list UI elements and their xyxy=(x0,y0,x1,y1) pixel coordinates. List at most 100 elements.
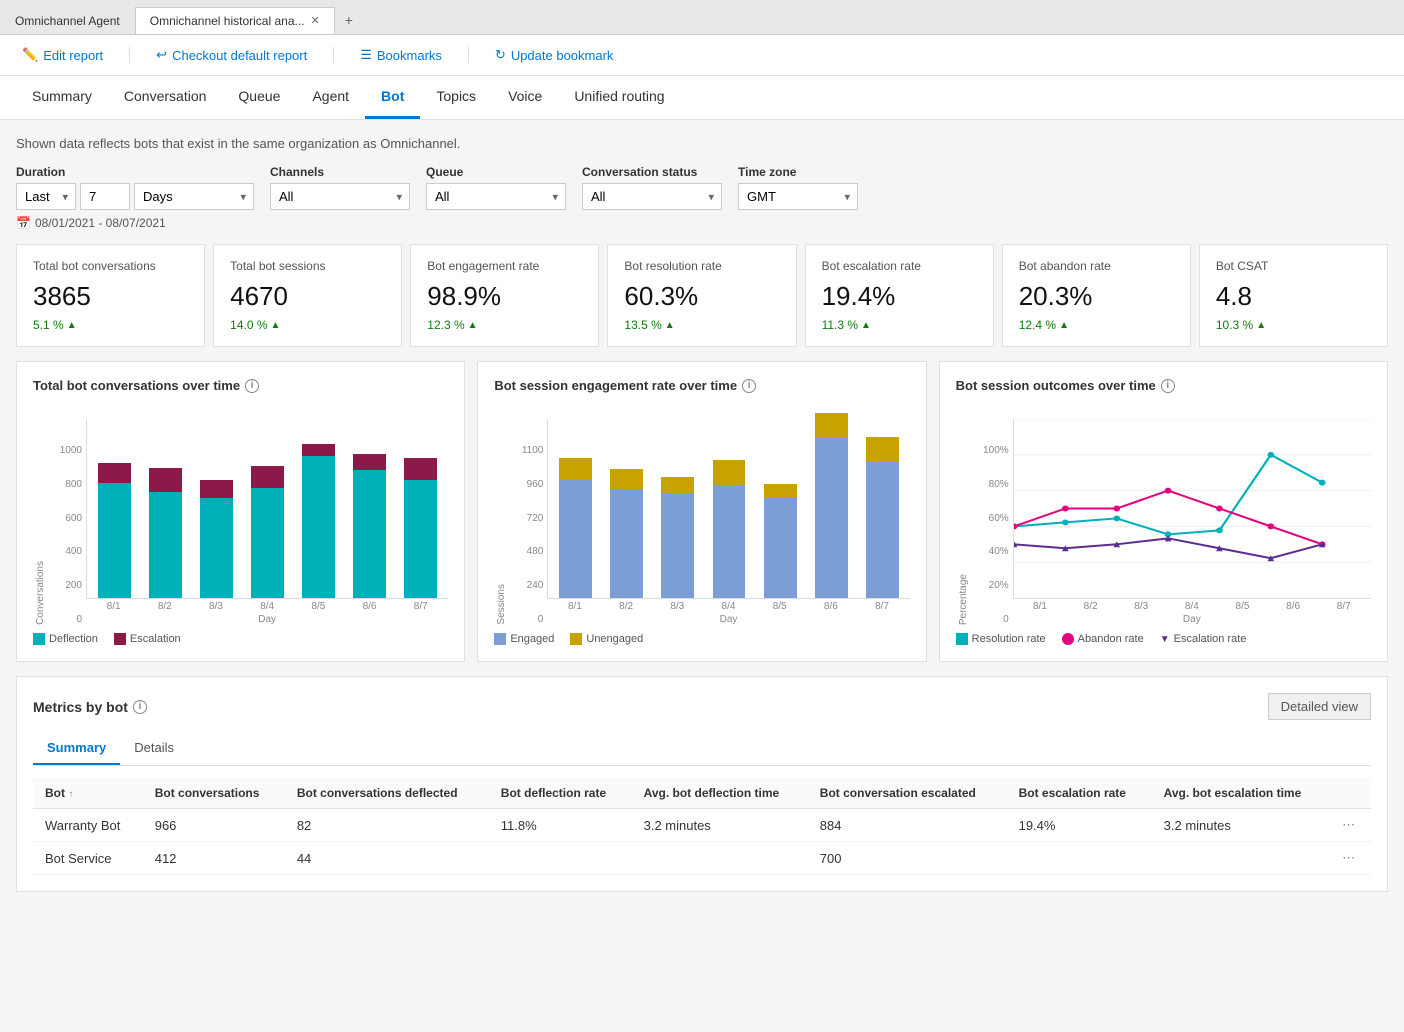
kpi-value: 4670 xyxy=(230,281,385,312)
info-icon[interactable]: i xyxy=(742,379,756,393)
col-label: Bot xyxy=(45,786,65,800)
col-conversations[interactable]: Bot conversations xyxy=(143,778,285,809)
cell-escalated: 700 xyxy=(808,842,1007,875)
info-icon[interactable]: i xyxy=(1161,379,1175,393)
channels-select[interactable]: All xyxy=(270,183,410,210)
triangle-icon: ▼ xyxy=(1160,634,1170,645)
bar-escalation xyxy=(302,444,335,456)
y-label: 400 xyxy=(50,546,82,557)
filters-row: Duration Last Days Chann xyxy=(16,165,1388,210)
sub-tab-details[interactable]: Details xyxy=(120,732,188,765)
resolution-rate-line xyxy=(1014,455,1322,535)
x-label: 8/1 xyxy=(1017,601,1064,612)
checkout-report-button[interactable]: ↩ Checkout default report xyxy=(150,43,313,67)
col-avg-deflection-time[interactable]: Avg. bot deflection time xyxy=(632,778,808,809)
cell-avg-deflection-time xyxy=(632,842,808,875)
tab-voice[interactable]: Voice xyxy=(492,76,558,119)
kpi-trend: 12.4 % ▲ xyxy=(1019,318,1174,332)
col-avg-escalation-time[interactable]: Avg. bot escalation time xyxy=(1152,778,1330,809)
sub-tab-summary[interactable]: Summary xyxy=(33,732,120,765)
trend-value: 12.4 % xyxy=(1019,318,1056,332)
refresh-icon: ↻ xyxy=(495,47,506,63)
close-icon[interactable]: ✕ xyxy=(311,14,320,27)
info-icon[interactable]: i xyxy=(245,379,259,393)
legend-color-icon xyxy=(114,633,126,645)
browser-tab-omnichannel-agent[interactable]: Omnichannel Agent xyxy=(0,7,135,34)
cell-more[interactable]: ⋯ xyxy=(1330,842,1371,875)
detailed-view-button[interactable]: Detailed view xyxy=(1268,693,1371,720)
y-label: 240 xyxy=(511,580,543,591)
browser-tab-historical[interactable]: Omnichannel historical ana... ✕ xyxy=(135,7,335,34)
bar-escalation xyxy=(404,458,437,480)
timezone-filter: Time zone GMT xyxy=(738,165,858,210)
y-label: 600 xyxy=(50,513,82,524)
tab-summary[interactable]: Summary xyxy=(16,76,108,119)
add-tab-button[interactable]: + xyxy=(335,6,363,34)
info-icon[interactable]: i xyxy=(133,700,147,714)
edit-report-button[interactable]: ✏️ Edit report xyxy=(16,43,109,67)
conversation-status-select[interactable]: All xyxy=(582,183,722,210)
tab-queue[interactable]: Queue xyxy=(222,76,296,119)
legend-label: Resolution rate xyxy=(972,633,1046,645)
queue-select[interactable]: All xyxy=(426,183,566,210)
trend-up-icon: ▲ xyxy=(271,320,281,331)
col-deflection-rate[interactable]: Bot deflection rate xyxy=(489,778,632,809)
tab-bot[interactable]: Bot xyxy=(365,76,420,119)
cell-deflected: 82 xyxy=(285,809,489,842)
cell-bot-name: Bot Service xyxy=(33,842,143,875)
update-bookmark-button[interactable]: ↻ Update bookmark xyxy=(489,43,620,67)
y-label: 100% xyxy=(973,445,1009,456)
browser-tab-bar: Omnichannel Agent Omnichannel historical… xyxy=(0,0,1404,35)
kpi-bot-abandon-rate: Bot abandon rate 20.3% 12.4 % ▲ xyxy=(1002,244,1191,347)
tab-topics[interactable]: Topics xyxy=(420,76,492,119)
cell-more[interactable]: ⋯ xyxy=(1330,809,1371,842)
y-label: 0 xyxy=(511,614,543,625)
timezone-label: Time zone xyxy=(738,165,858,179)
timezone-select[interactable]: GMT xyxy=(738,183,858,210)
calendar-icon: 📅 xyxy=(16,216,31,230)
col-deflected[interactable]: Bot conversations deflected xyxy=(285,778,489,809)
chart-legend: Resolution rate Abandon rate ▼ Escalatio… xyxy=(956,633,1371,645)
bar-group xyxy=(757,484,804,598)
legend-abandon-rate: Abandon rate xyxy=(1062,633,1144,645)
edit-icon: ✏️ xyxy=(22,47,38,63)
tab-conversation[interactable]: Conversation xyxy=(108,76,223,119)
x-label: 8/7 xyxy=(397,601,444,612)
trend-up-icon: ▲ xyxy=(861,320,871,331)
sort-icon[interactable]: ↑ xyxy=(68,789,73,800)
tab-agent[interactable]: Agent xyxy=(296,76,365,119)
kpi-value: 60.3% xyxy=(624,281,779,312)
col-escalated[interactable]: Bot conversation escalated xyxy=(808,778,1007,809)
tab-unified-routing[interactable]: Unified routing xyxy=(558,76,680,119)
duration-unit-select[interactable]: Days xyxy=(134,183,254,210)
x-label: 8/2 xyxy=(603,601,650,612)
metrics-by-bot-section: Metrics by bot i Detailed view Summary D… xyxy=(16,676,1388,892)
bar-unengaged xyxy=(661,477,694,493)
cell-conversations: 966 xyxy=(143,809,285,842)
col-escalation-rate[interactable]: Bot escalation rate xyxy=(1007,778,1152,809)
trend-up-icon: ▲ xyxy=(67,320,77,331)
kpi-title: Bot escalation rate xyxy=(822,259,977,273)
col-bot[interactable]: Bot ↑ xyxy=(33,778,143,809)
kpi-trend: 13.5 % ▲ xyxy=(624,318,779,332)
duration-value-input[interactable] xyxy=(80,183,130,210)
chart-title: Bot session outcomes over time i xyxy=(956,378,1371,393)
chart-title: Bot session engagement rate over time i xyxy=(494,378,909,393)
kpi-value: 20.3% xyxy=(1019,281,1174,312)
legend-color-icon xyxy=(33,633,45,645)
header-row: Bot ↑ Bot conversations Bot conversation… xyxy=(33,778,1371,809)
bookmarks-button[interactable]: ☰ Bookmarks xyxy=(354,43,448,67)
conversation-status-wrapper: All xyxy=(582,183,722,210)
bar-unengaged xyxy=(764,484,797,498)
y-axis-label-vertical: Sessions xyxy=(494,584,507,625)
bar-deflection xyxy=(200,498,233,598)
kpi-total-bot-conversations: Total bot conversations 3865 5.1 % ▲ xyxy=(16,244,205,347)
duration-type-select[interactable]: Last xyxy=(16,183,76,210)
kpi-title: Bot CSAT xyxy=(1216,259,1371,273)
kpi-bot-engagement-rate: Bot engagement rate 98.9% 12.3 % ▲ xyxy=(410,244,599,347)
metrics-title: Metrics by bot i xyxy=(33,699,147,715)
bar-group xyxy=(654,477,701,598)
nav-tab-bar: Summary Conversation Queue Agent Bot Top… xyxy=(0,76,1404,120)
bar-deflection xyxy=(404,480,437,598)
x-label: 8/1 xyxy=(551,601,598,612)
